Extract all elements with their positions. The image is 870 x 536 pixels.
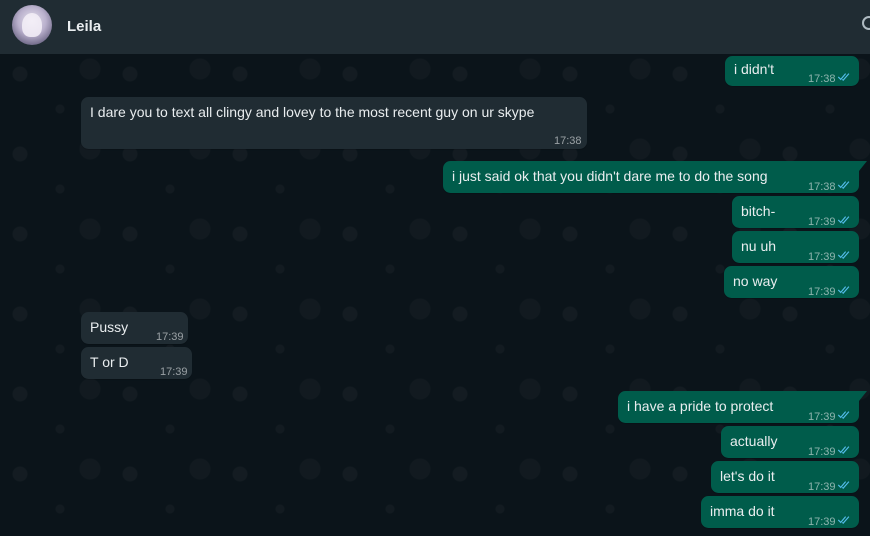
message-time: 17:39 xyxy=(808,286,836,298)
message-outgoing[interactable]: actually 17:39 xyxy=(721,426,859,458)
message-outgoing[interactable]: i have a pride to protect 17:39 xyxy=(618,391,859,423)
message-outgoing[interactable]: bitch- 17:39 xyxy=(732,196,859,228)
message-time: 17:38 xyxy=(808,73,836,85)
message-text: let's do it xyxy=(720,468,775,484)
message-text: bitch- xyxy=(741,203,776,219)
message-text: T or D xyxy=(90,354,129,370)
double-check-icon xyxy=(837,251,850,259)
message-text: I dare you to text all clingy and lovey … xyxy=(90,104,535,120)
bubble-tail xyxy=(859,161,867,171)
message-text: imma do it xyxy=(710,503,775,519)
message-time: 17:39 xyxy=(808,481,836,493)
message-text: no way xyxy=(733,273,778,289)
message-time: 17:38 xyxy=(808,181,836,193)
message-time: 17:38 xyxy=(554,135,582,147)
double-check-icon xyxy=(837,181,850,189)
message-outgoing[interactable]: imma do it 17:39 xyxy=(701,496,859,528)
message-list: i didn't 17:38 I dare you to text all cl… xyxy=(0,54,870,536)
message-time: 17:39 xyxy=(808,251,836,263)
message-time: 17:39 xyxy=(156,331,184,343)
double-check-icon xyxy=(837,411,850,419)
message-outgoing[interactable]: i didn't 17:38 xyxy=(725,56,859,86)
message-outgoing[interactable]: i just said ok that you didn't dare me t… xyxy=(443,161,859,193)
double-check-icon xyxy=(837,481,850,489)
double-check-icon xyxy=(837,516,850,524)
double-check-icon xyxy=(837,73,850,81)
message-time: 17:39 xyxy=(808,216,836,228)
message-time: 17:39 xyxy=(808,446,836,458)
contact-name[interactable]: Leila xyxy=(67,18,101,35)
double-check-icon xyxy=(837,216,850,224)
message-time: 17:39 xyxy=(160,366,188,378)
message-time: 17:39 xyxy=(808,411,836,423)
message-text: i just said ok that you didn't dare me t… xyxy=(452,168,768,184)
message-incoming[interactable]: I dare you to text all clingy and lovey … xyxy=(81,97,587,149)
message-text: i didn't xyxy=(734,61,775,77)
search-icon[interactable] xyxy=(860,14,870,34)
message-text: actually xyxy=(730,433,778,449)
chat-header: Leila xyxy=(0,0,870,54)
avatar[interactable] xyxy=(12,5,52,45)
message-outgoing[interactable]: no way 17:39 xyxy=(724,266,859,298)
message-text: Pussy xyxy=(90,319,129,335)
message-time: 17:39 xyxy=(808,516,836,528)
message-incoming[interactable]: T or D 17:39 xyxy=(81,347,192,379)
bubble-tail xyxy=(859,391,867,401)
message-text: i have a pride to protect xyxy=(627,398,774,414)
message-text: nu uh xyxy=(741,238,777,254)
message-outgoing[interactable]: let's do it 17:39 xyxy=(711,461,859,493)
message-outgoing[interactable]: nu uh 17:39 xyxy=(732,231,859,263)
double-check-icon xyxy=(837,286,850,294)
message-incoming[interactable]: Pussy 17:39 xyxy=(81,312,188,344)
double-check-icon xyxy=(837,446,850,454)
